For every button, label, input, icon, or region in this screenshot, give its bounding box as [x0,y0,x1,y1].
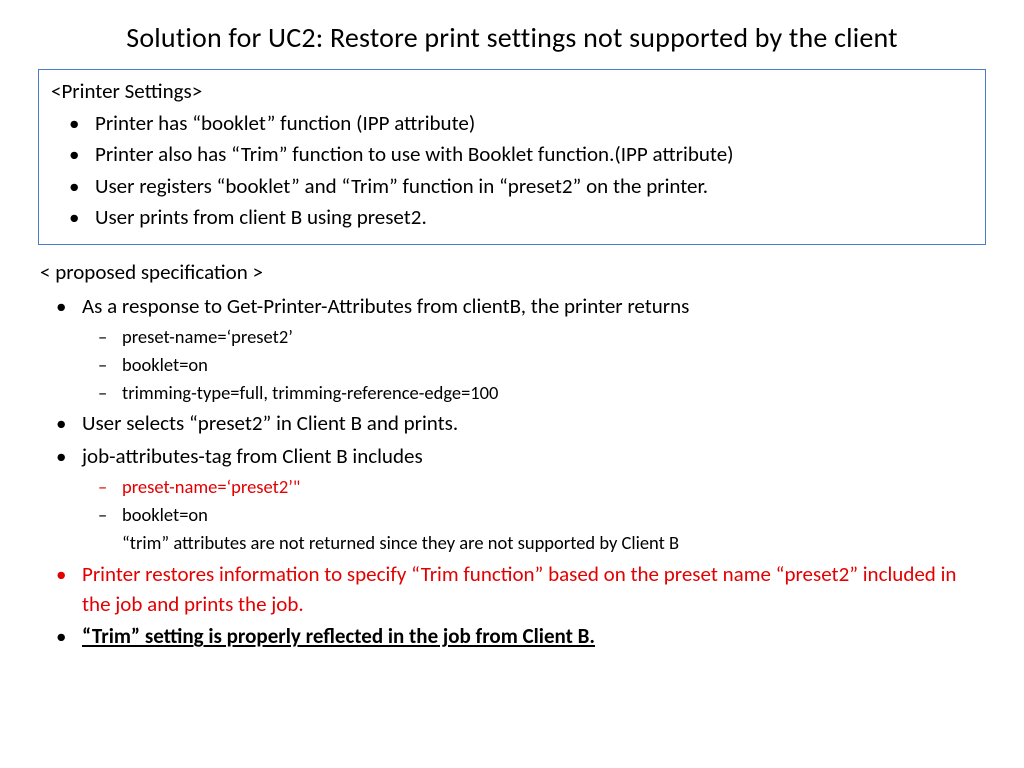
list-item: User selects “preset2” in Client B and p… [38,408,986,438]
list-item: As a response to Get-Printer-Attributes … [38,291,986,407]
sub-note: “trim” attributes are not returned since… [82,529,986,557]
printer-settings-box: <Printer Settings> Printer has “booklet”… [38,69,986,245]
slide: Solution for UC2: Restore print settings… [0,0,1024,768]
list-item: Printer also has “Trim” function to use … [51,139,973,169]
sub-list: preset-name=‘preset2’ booklet=on trimmin… [82,323,986,406]
list-item: User registers “booklet” and “Trim” func… [51,171,973,201]
box-list: Printer has “booklet” function (IPP attr… [51,108,973,233]
sub-item: booklet=on [82,351,986,379]
proposed-label: < proposed specification > [40,259,986,285]
list-item: job-attributes-tag from Client B include… [38,441,986,557]
sub-list: preset-name=‘preset2’" booklet=on [82,473,986,529]
list-item-text: job-attributes-tag from Client B include… [82,443,423,469]
list-item-emphasis: “Trim” setting is properly reflected in … [38,621,986,651]
slide-title: Solution for UC2: Restore print settings… [38,20,986,55]
box-label: <Printer Settings> [51,78,973,104]
sub-item: preset-name=‘preset2’ [82,323,986,351]
list-item: Printer has “booklet” function (IPP attr… [51,108,973,138]
sub-item: trimming-type=full, trimming-reference-e… [82,379,986,407]
list-item-red: Printer restores information to specify … [38,559,986,620]
sub-item-red: preset-name=‘preset2’" [82,473,986,501]
proposed-list: As a response to Get-Printer-Attributes … [38,291,986,652]
list-item-text: As a response to Get-Printer-Attributes … [82,293,689,319]
proposed-section: < proposed specification > As a response… [38,259,986,652]
emphasis-text: “Trim” setting is properly reflected in … [82,623,595,649]
list-item: User prints from client B using preset2. [51,202,973,232]
sub-item: booklet=on [82,501,986,529]
